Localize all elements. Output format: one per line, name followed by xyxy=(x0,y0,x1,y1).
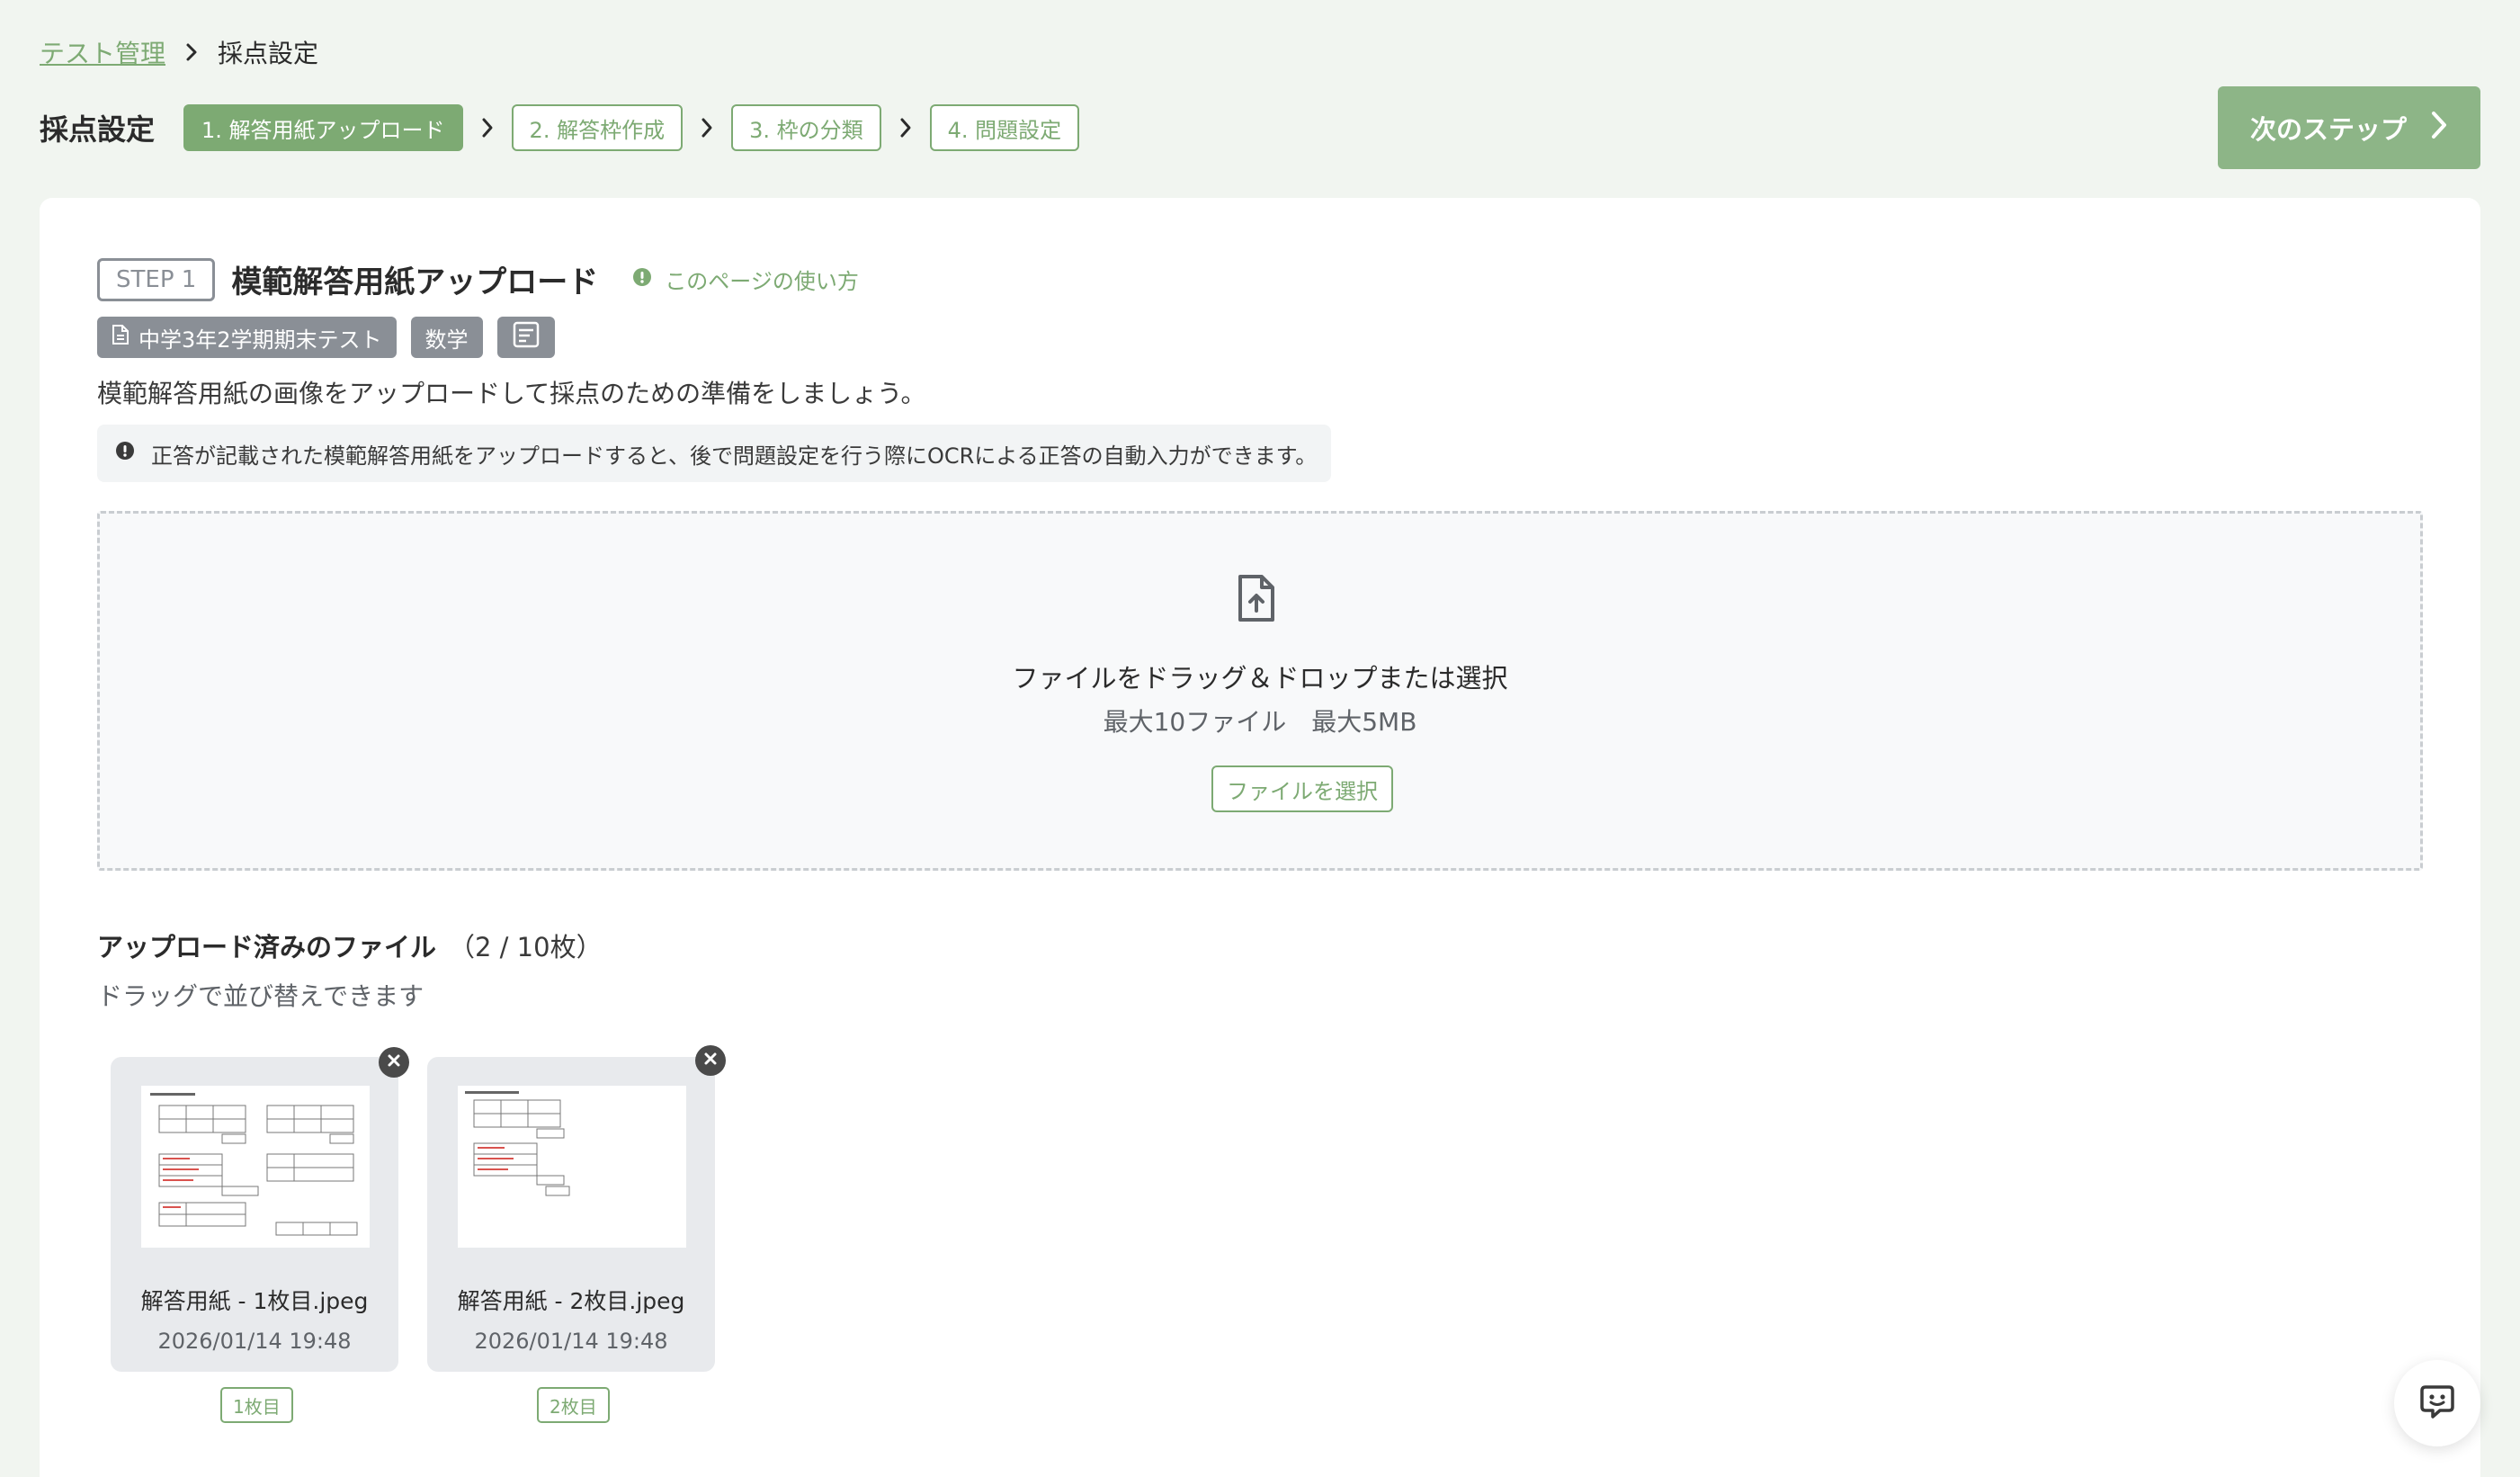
step-frame-classification[interactable]: 3. 枠の分類 xyxy=(731,104,881,151)
remove-file-button[interactable] xyxy=(695,1045,726,1076)
uploaded-files-count: （2 / 10枚） xyxy=(449,932,603,962)
file-card[interactable]: 解答用紙 - 1枚目.jpeg 2026/01/14 19:48 xyxy=(111,1057,398,1372)
reorder-hint: ドラッグで並び替えできます xyxy=(97,981,424,1011)
remove-file-button[interactable] xyxy=(379,1047,409,1078)
uploaded-files-title: アップロード済みのファイル （2 / 10枚） xyxy=(97,926,603,964)
chevron-right-icon xyxy=(185,42,198,62)
uploaded-files-title-label: アップロード済みのファイル xyxy=(97,932,437,962)
upload-card: STEP 1 模範解答用紙アップロード このページの使い方 中学3年2学期期末テ… xyxy=(40,198,2480,1477)
step-upload[interactable]: 1. 解答用紙アップロード xyxy=(183,104,463,151)
test-name-label: 中学3年2学期期末テスト xyxy=(139,327,382,353)
chevron-right-icon xyxy=(701,117,713,139)
next-step-button[interactable]: 次のステップ xyxy=(2218,86,2480,169)
info-circle-icon xyxy=(632,267,652,292)
page-number-badge: 2枚目 xyxy=(537,1387,610,1423)
chat-support-button[interactable] xyxy=(2394,1360,2480,1446)
page-description: 模範解答用紙の画像をアップロードして採点のための準備をしましょう。 xyxy=(97,379,926,408)
file-dropzone[interactable]: ファイルをドラッグ＆ドロップまたは選択 最大10ファイル 最大5MB ファイルを… xyxy=(97,511,2423,871)
step-badge: STEP 1 xyxy=(97,257,216,301)
subject-tag: 数学 xyxy=(410,317,483,358)
close-icon xyxy=(703,1052,718,1070)
file-date: 2026/01/14 19:48 xyxy=(474,1329,668,1354)
breadcrumb-link-test-management[interactable]: テスト管理 xyxy=(40,34,165,70)
file-upload-icon xyxy=(1235,573,1278,627)
alert-circle-icon xyxy=(115,441,135,466)
help-link[interactable]: このページの使い方 xyxy=(632,264,859,295)
file-name: 解答用紙 - 2枚目.jpeg xyxy=(457,1288,685,1314)
chevron-right-icon xyxy=(899,117,912,139)
file-thumbnail xyxy=(141,1086,370,1248)
page-number-badge: 1枚目 xyxy=(220,1387,293,1423)
help-link-label: このページの使い方 xyxy=(665,269,859,294)
list-document-icon xyxy=(512,320,541,354)
dropzone-limits: 最大10ファイル 最大5MB xyxy=(1103,707,1417,737)
step-title: 模範解答用紙アップロード xyxy=(231,264,599,300)
breadcrumb-current: 採点設定 xyxy=(218,39,319,68)
page-title: 採点設定 xyxy=(40,112,156,147)
file-date: 2026/01/14 19:48 xyxy=(157,1329,352,1354)
breadcrumb: テスト管理 採点設定 xyxy=(40,34,318,70)
step-heading: STEP 1 模範解答用紙アップロード このページの使い方 xyxy=(97,257,859,301)
header-row: 採点設定 1. 解答用紙アップロード 2. 解答枠作成 3. 枠の分類 4. 問… xyxy=(40,104,1080,151)
test-name-tag: 中学3年2学期期末テスト xyxy=(97,317,397,358)
stepper: 1. 解答用紙アップロード 2. 解答枠作成 3. 枠の分類 4. 問題設定 xyxy=(183,104,1080,151)
file-card[interactable]: 解答用紙 - 2枚目.jpeg 2026/01/14 19:48 xyxy=(427,1057,715,1372)
step-question-settings[interactable]: 4. 問題設定 xyxy=(929,104,1080,151)
chevron-right-icon xyxy=(481,117,494,139)
chat-bot-icon xyxy=(2418,1383,2456,1423)
ocr-notice: 正答が記載された模範解答用紙をアップロードすると、後で問題設定を行う際にOCRに… xyxy=(97,425,1331,482)
next-step-label: 次のステップ xyxy=(2249,114,2407,145)
document-icon xyxy=(112,324,130,351)
select-file-button[interactable]: ファイルを選択 xyxy=(1211,765,1393,812)
step-answer-frames[interactable]: 2. 解答枠作成 xyxy=(511,104,684,151)
file-name: 解答用紙 - 1枚目.jpeg xyxy=(140,1288,369,1314)
chevron-right-icon xyxy=(2430,110,2448,147)
close-icon xyxy=(387,1053,401,1071)
ocr-notice-text: 正答が記載された模範解答用紙をアップロードすると、後で問題設定を行う際にOCRに… xyxy=(151,443,1318,469)
test-details-button[interactable] xyxy=(496,317,555,358)
file-thumbnail xyxy=(458,1086,686,1248)
dropzone-main-text: ファイルをドラッグ＆ドロップまたは選択 xyxy=(1012,663,1508,694)
tag-row: 中学3年2学期期末テスト 数学 xyxy=(97,317,555,358)
